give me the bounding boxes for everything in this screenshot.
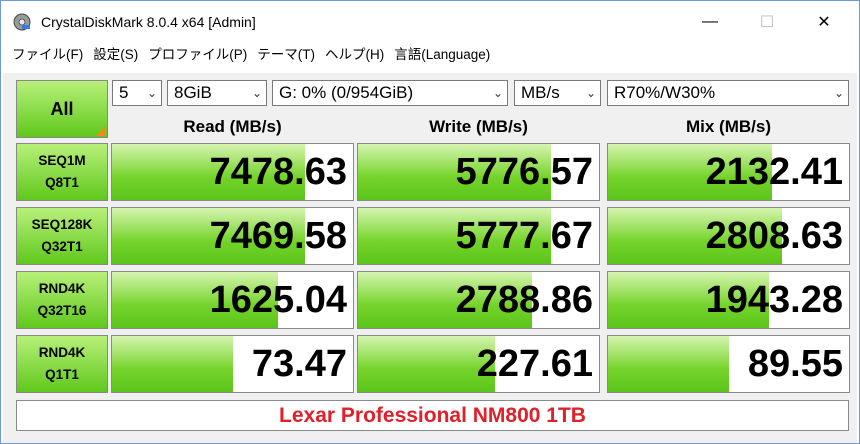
row-label-line1: RND4K — [38, 281, 86, 296]
drive-value: G: 0% (0/954GiB) — [279, 83, 414, 102]
result-value: 1943.28 — [705, 279, 843, 321]
seq128k-q32t1-button[interactable]: SEQ128K Q32T1 — [16, 207, 108, 265]
row-label-line2: Q32T1 — [41, 239, 83, 254]
unit-value: MB/s — [521, 83, 560, 102]
row-label-line1: SEQ1M — [38, 153, 86, 168]
result-value: 2788.86 — [455, 279, 593, 321]
app-icon — [13, 13, 31, 31]
run-all-label: All — [50, 98, 74, 119]
chevron-down-icon: ⌄ — [146, 86, 157, 100]
rnd4k-q1t1-mix-result: 89.55 — [607, 335, 850, 393]
result-value: 73.47 — [251, 343, 347, 385]
seq128k-write-result: 5777.67 — [357, 207, 600, 265]
row-label-line2: Q1T1 — [45, 367, 79, 382]
menu-profile[interactable]: プロファイル(P) — [143, 44, 252, 66]
row-label-line2: Q32T16 — [37, 303, 87, 318]
rnd4k-q1t1-write-result: 227.61 — [357, 335, 600, 393]
seq1m-q8t1-button[interactable]: SEQ1M Q8T1 — [16, 143, 108, 201]
drive-select[interactable]: G: 0% (0/954GiB) ⌄ — [272, 80, 508, 106]
test-size-value: 8GiB — [174, 83, 212, 102]
close-button[interactable]: ✕ — [801, 1, 847, 43]
seq1m-mix-result: 2132.41 — [607, 143, 850, 201]
result-bar — [112, 336, 233, 392]
row-label-line2: Q8T1 — [45, 175, 79, 190]
result-value: 5777.67 — [455, 215, 593, 257]
test-count-value: 5 — [119, 83, 129, 102]
rnd4k-q32t16-write-result: 2788.86 — [357, 271, 600, 329]
result-value: 7469.58 — [209, 215, 347, 257]
result-value: 1625.04 — [209, 279, 347, 321]
window-title: CrystalDiskMark 8.0.4 x64 [Admin] — [41, 14, 256, 30]
menu-bar: ファイル(F) 設定(S) プロファイル(P) テーマ(T) ヘルプ(H) 言語… — [1, 43, 859, 67]
result-bar — [608, 336, 729, 392]
title-bar: CrystalDiskMark 8.0.4 x64 [Admin] — ☐ ✕ — [1, 1, 859, 43]
minimize-button[interactable]: — — [687, 1, 733, 43]
seq128k-mix-result: 2808.63 — [607, 207, 850, 265]
mix-column-header: Mix (MB/s) — [686, 117, 771, 136]
maximize-button[interactable]: ☐ — [744, 1, 790, 43]
result-value: 89.55 — [747, 343, 843, 385]
drive-comment[interactable]: Lexar Professional NM800 1TB — [16, 400, 849, 431]
result-value: 7478.63 — [209, 151, 347, 193]
unit-select[interactable]: MB/s ⌄ — [514, 80, 601, 106]
test-size-select[interactable]: 8GiB ⌄ — [167, 80, 267, 106]
result-value: 2808.63 — [705, 215, 843, 257]
mix-ratio-value: R70%/W30% — [614, 83, 716, 102]
read-column-header: Read (MB/s) — [183, 117, 282, 136]
seq128k-read-result: 7469.58 — [111, 207, 354, 265]
chevron-down-icon: ⌄ — [585, 86, 596, 100]
run-all-button[interactable]: All — [16, 80, 108, 138]
test-count-select[interactable]: 5 ⌄ — [112, 80, 162, 106]
menu-file[interactable]: ファイル(F) — [7, 44, 88, 66]
menu-settings[interactable]: 設定(S) — [88, 44, 143, 66]
rnd4k-q32t16-button[interactable]: RND4K Q32T16 — [16, 271, 108, 329]
app-window: CrystalDiskMark 8.0.4 x64 [Admin] — ☐ ✕ … — [0, 0, 860, 444]
seq1m-read-result: 7478.63 — [111, 143, 354, 201]
result-bar — [358, 336, 496, 392]
rnd4k-q1t1-button[interactable]: RND4K Q1T1 — [16, 335, 108, 393]
corner-accent-icon — [96, 126, 106, 136]
menu-theme[interactable]: テーマ(T) — [252, 44, 320, 66]
benchmark-panel: All 5 ⌄ 8GiB ⌄ G: 0% (0/954GiB) ⌄ MB/s ⌄… — [3, 73, 857, 443]
write-column-header: Write (MB/s) — [429, 117, 528, 136]
result-value: 2132.41 — [705, 151, 843, 193]
mix-ratio-select[interactable]: R70%/W30% ⌄ — [607, 80, 849, 106]
result-value: 227.61 — [476, 343, 593, 385]
chevron-down-icon: ⌄ — [251, 86, 262, 100]
chevron-down-icon: ⌄ — [492, 86, 503, 100]
menu-help[interactable]: ヘルプ(H) — [320, 44, 389, 66]
menu-language[interactable]: 言語(Language) — [389, 44, 495, 66]
seq1m-write-result: 5776.57 — [357, 143, 600, 201]
rnd4k-q32t16-mix-result: 1943.28 — [607, 271, 850, 329]
row-label-line1: RND4K — [38, 345, 86, 360]
chevron-down-icon: ⌄ — [833, 86, 844, 100]
row-label-line1: SEQ128K — [31, 217, 93, 232]
rnd4k-q32t16-read-result: 1625.04 — [111, 271, 354, 329]
result-value: 5776.57 — [455, 151, 593, 193]
rnd4k-q1t1-read-result: 73.47 — [111, 335, 354, 393]
